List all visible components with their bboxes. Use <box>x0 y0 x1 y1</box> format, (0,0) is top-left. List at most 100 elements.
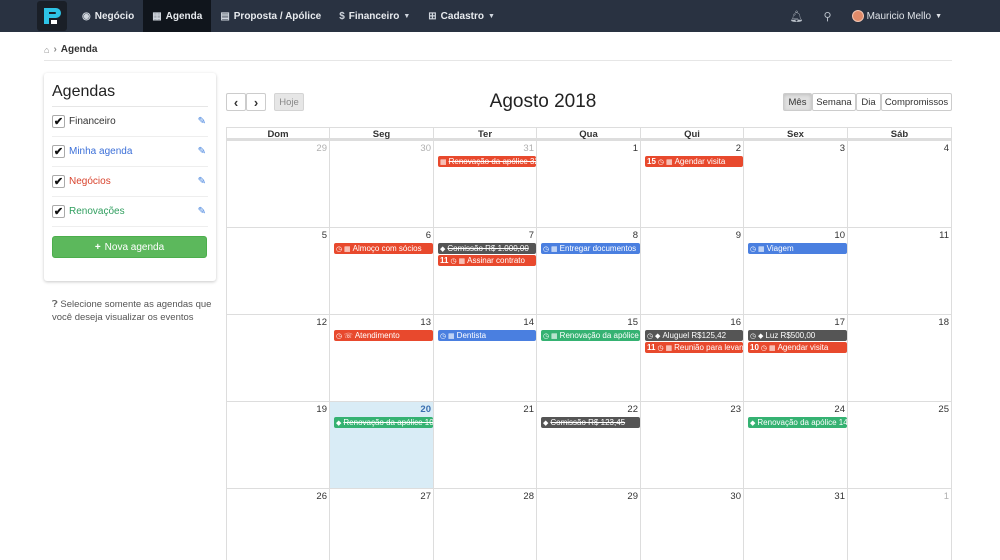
day-number[interactable]: 3 <box>840 143 845 154</box>
day-cell[interactable]: 31 <box>434 141 537 227</box>
calendar-event[interactable]: ◷ ▦ Dentista <box>438 330 536 341</box>
search-icon[interactable]: ⚲ <box>824 10 832 23</box>
day-number[interactable]: 30 <box>730 491 741 502</box>
calendar-event[interactable]: 11 ◷ ▦ Assinar contrato <box>438 255 536 266</box>
calendar-event[interactable]: ◷ ▦ Entregar documentos <box>541 243 640 254</box>
day-cell[interactable]: 14 <box>434 315 537 401</box>
day-cell[interactable]: 26 <box>227 489 330 560</box>
calendar-event[interactable]: ◆ Comissão R$ 123,45 <box>541 417 640 428</box>
day-number[interactable]: 4 <box>944 143 949 154</box>
calendar-event[interactable]: ◆ Comissão R$ 1.000,00 <box>438 243 536 254</box>
day-number[interactable]: 18 <box>938 317 949 328</box>
app-logo[interactable] <box>37 1 67 31</box>
day-cell[interactable]: 10 <box>744 228 848 314</box>
day-number[interactable]: 2 <box>736 143 741 154</box>
day-cell[interactable]: 6 <box>330 228 434 314</box>
view-button-2[interactable]: Dia <box>856 93 881 111</box>
day-cell[interactable]: 16 <box>641 315 744 401</box>
calendar-checkbox[interactable]: ✔ <box>52 175 65 188</box>
day-number[interactable]: 17 <box>834 317 845 328</box>
calendar-event[interactable]: 11◷ ▦Reunião para levantam <box>645 342 743 353</box>
day-cell[interactable]: 18 <box>848 315 952 401</box>
day-cell[interactable]: 24 <box>744 402 848 488</box>
day-number[interactable]: 22 <box>627 404 638 415</box>
prev-month-button[interactable]: ‹ <box>226 93 246 111</box>
day-number[interactable]: 30 <box>420 143 431 154</box>
day-cell[interactable]: 30 <box>641 489 744 560</box>
day-cell[interactable]: 17 <box>744 315 848 401</box>
day-cell[interactable]: 13 <box>330 315 434 401</box>
day-number[interactable]: 1 <box>633 143 638 154</box>
new-calendar-button[interactable]: + Nova agenda <box>52 236 207 258</box>
calendar-event[interactable]: ◆ Renovação da apólice 107 <box>334 417 433 428</box>
calendar-event[interactable]: ◷ ▦ Almoço com sócios <box>334 243 433 254</box>
day-cell[interactable]: 15 <box>537 315 641 401</box>
calendar-event[interactable]: ◷ ◆ Aluguel R$125,42 <box>645 330 743 341</box>
avatar[interactable] <box>851 10 864 22</box>
day-number[interactable]: 9 <box>736 230 741 241</box>
calendar-label[interactable]: Negócios <box>69 176 111 187</box>
day-number[interactable]: 5 <box>322 230 327 241</box>
day-cell[interactable]: 28 <box>434 489 537 560</box>
user-name[interactable]: Mauricio Mello <box>867 11 931 22</box>
calendar-event[interactable]: ◷ ◆ Luz R$500,00 <box>748 330 847 341</box>
nav-item-agenda[interactable]: ▦ Agenda <box>143 0 212 32</box>
day-number[interactable]: 31 <box>523 143 534 154</box>
day-cell[interactable]: 4 <box>848 141 952 227</box>
day-cell[interactable]: 27 <box>330 489 434 560</box>
day-number[interactable]: 21 <box>523 404 534 415</box>
nav-item-financeiro[interactable]: $ Financeiro ▼ <box>330 0 419 32</box>
day-cell[interactable]: 3 <box>744 141 848 227</box>
day-cell[interactable]: 22 <box>537 402 641 488</box>
day-number[interactable]: 23 <box>730 404 741 415</box>
calendar-label[interactable]: Renovações <box>69 206 125 217</box>
calendar-item[interactable]: ✔ Financeiro ✎ <box>52 107 208 137</box>
today-button[interactable]: Hoje <box>274 93 304 111</box>
day-number[interactable]: 14 <box>523 317 534 328</box>
day-number[interactable]: 12 <box>316 317 327 328</box>
nav-item-proposta-ap-lice[interactable]: ▤ Proposta / Apólice <box>211 0 330 32</box>
day-number[interactable]: 11 <box>939 230 949 241</box>
day-cell[interactable]: 11 <box>848 228 952 314</box>
calendar-checkbox[interactable]: ✔ <box>52 115 65 128</box>
day-number[interactable]: 10 <box>834 230 845 241</box>
day-cell[interactable]: 9 <box>641 228 744 314</box>
day-number[interactable]: 31 <box>834 491 845 502</box>
day-cell[interactable]: 7 <box>434 228 537 314</box>
day-number[interactable]: 6 <box>426 230 431 241</box>
day-cell[interactable]: 30 <box>330 141 434 227</box>
day-number[interactable]: 27 <box>420 491 431 502</box>
day-cell[interactable]: 25 <box>848 402 952 488</box>
pencil-icon[interactable]: ✎ <box>198 176 206 187</box>
day-number[interactable]: 20 <box>420 404 431 415</box>
day-cell[interactable]: 19 <box>227 402 330 488</box>
calendar-event[interactable]: ◆ Renovação da apólice 145 <box>748 417 847 428</box>
day-number[interactable]: 28 <box>523 491 534 502</box>
day-number[interactable]: 24 <box>834 404 845 415</box>
calendar-event[interactable]: ◷ ▦ Viagem <box>748 243 847 254</box>
day-number[interactable]: 26 <box>316 491 327 502</box>
calendar-event[interactable]: ▦ Renovação da apólice 325 <box>438 156 536 167</box>
chevron-down-icon[interactable]: ▼ <box>935 13 942 20</box>
day-cell[interactable]: 1 <box>848 489 952 560</box>
calendar-checkbox[interactable]: ✔ <box>52 145 65 158</box>
day-cell[interactable]: 2 <box>641 141 744 227</box>
day-number[interactable]: 25 <box>938 404 949 415</box>
calendar-item[interactable]: ✔ Minha agenda ✎ <box>52 137 208 167</box>
pencil-icon[interactable]: ✎ <box>198 116 206 127</box>
day-number[interactable]: 1 <box>944 491 949 502</box>
day-cell[interactable]: 29 <box>227 141 330 227</box>
calendar-item[interactable]: ✔ Renovações ✎ <box>52 197 208 227</box>
day-cell[interactable]: 31 <box>744 489 848 560</box>
day-cell[interactable]: 23 <box>641 402 744 488</box>
calendar-event[interactable]: 10 ◷ ▦ Agendar visita <box>748 342 847 353</box>
view-button-1[interactable]: Semana <box>812 93 856 111</box>
home-icon[interactable]: ⌂ <box>44 45 49 55</box>
pencil-icon[interactable]: ✎ <box>198 206 206 217</box>
day-number[interactable]: 13 <box>420 317 431 328</box>
nav-item-cadastro[interactable]: ⊞ Cadastro ▼ <box>419 0 504 32</box>
calendar-label[interactable]: Minha agenda <box>69 146 132 157</box>
calendar-label[interactable]: Financeiro <box>69 116 116 127</box>
day-number[interactable]: 8 <box>633 230 638 241</box>
day-cell[interactable]: 12 <box>227 315 330 401</box>
